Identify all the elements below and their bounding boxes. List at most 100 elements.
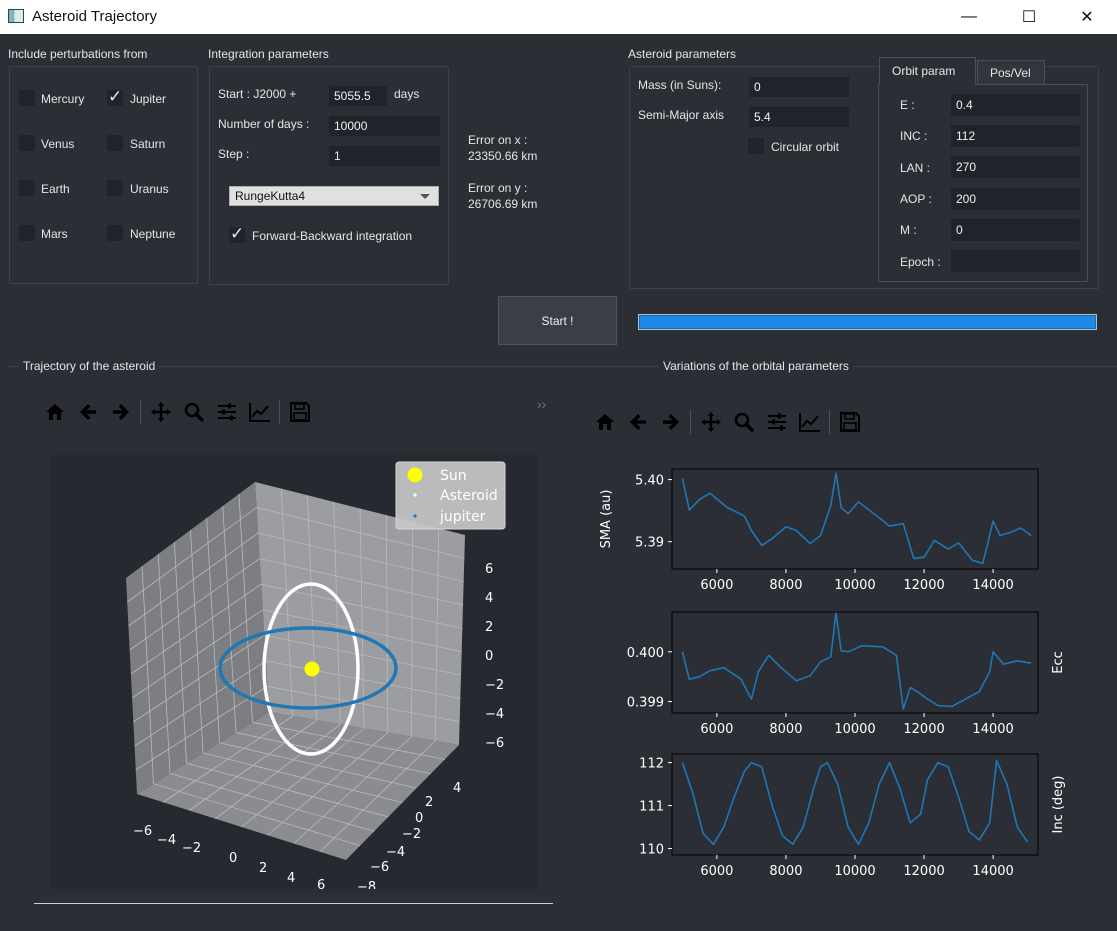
progress-fill (639, 315, 1096, 329)
mass-label: Mass (in Suns): (638, 78, 722, 92)
error-y-label: Error on y : (468, 181, 528, 195)
y-tick-label: 110 (639, 843, 664, 858)
aop-input[interactable] (950, 187, 1081, 211)
zoom-icon[interactable] (727, 408, 760, 436)
tab-orbit-param[interactable]: Orbit param (879, 57, 976, 85)
divider (34, 903, 553, 904)
sun-marker (304, 661, 320, 677)
chevron-down-icon (420, 194, 430, 199)
earth-checkbox[interactable] (19, 180, 35, 196)
z-tick-label: 4 (485, 591, 493, 606)
x-tick-label: 12000 (903, 722, 944, 737)
back-icon[interactable] (71, 398, 104, 426)
variations-toolbar (588, 408, 866, 436)
method-select[interactable]: RungeKutta4 (229, 186, 439, 206)
jupiter-checkbox[interactable] (107, 87, 123, 107)
inc-input[interactable] (950, 124, 1081, 148)
legend-asteroid: Asteroid (440, 488, 498, 504)
minimize-button[interactable]: — (946, 0, 992, 34)
x-tick-label: 14000 (972, 578, 1013, 593)
configure-icon[interactable] (210, 398, 243, 426)
lan-input[interactable] (950, 155, 1081, 179)
x-tick-label: 8000 (769, 578, 802, 593)
x-tick-label: 8000 (769, 722, 802, 737)
y-tick-label: −2 (402, 827, 421, 842)
tab-pos-vel[interactable]: Pos/Vel (977, 60, 1045, 85)
configure-icon[interactable] (760, 408, 793, 436)
legend-sun-marker (407, 467, 423, 483)
y-tick-label: 112 (639, 757, 664, 772)
toolbar-divider (279, 400, 280, 424)
mercury-label: Mercury (41, 92, 85, 106)
epoch-input[interactable] (950, 249, 1081, 273)
forward-icon[interactable] (654, 408, 687, 436)
venus-checkbox[interactable] (19, 135, 35, 151)
pan-icon[interactable] (144, 398, 177, 426)
trajectory-3d-plot[interactable]: 6420−2−4−6−6−4−2024 6 −8−6−4−2024 Sun Aste… (49, 455, 539, 889)
save-icon[interactable] (283, 398, 316, 426)
legend-jupiter-marker (413, 514, 417, 518)
y-tick-label: 5.40 (635, 474, 664, 489)
save-icon[interactable] (833, 408, 866, 436)
uranus-checkbox[interactable] (107, 180, 123, 196)
x-tick-label: 8000 (769, 864, 802, 879)
start-input[interactable] (328, 85, 388, 107)
plot-axes (671, 611, 1039, 714)
trajectory-toolbar (38, 398, 316, 426)
perturbations-title: Include perturbations from (8, 47, 148, 61)
circular-checkbox[interactable] (748, 138, 764, 154)
start-button[interactable]: Start ! (498, 296, 617, 345)
variations-title: Variations of the orbital parameters (659, 359, 853, 373)
y-tick-label: −6 (370, 860, 389, 875)
zoom-icon[interactable] (177, 398, 210, 426)
earth-label: Earth (41, 182, 70, 196)
y-tick-label: −8 (357, 880, 376, 889)
x-tick-label: 6 (317, 878, 325, 889)
neptune-checkbox[interactable] (107, 225, 123, 241)
x-tick-label: −6 (133, 824, 152, 839)
start-unit: days (394, 87, 420, 101)
x-tick-label: 6000 (700, 722, 733, 737)
legend-sun: Sun (440, 468, 467, 484)
legend-jupiter: jupiter (439, 509, 486, 525)
x-tick-label: 10000 (834, 864, 875, 879)
mars-checkbox[interactable] (19, 225, 35, 241)
ndays-input[interactable] (328, 115, 441, 137)
toolbar-overflow-icon[interactable]: ›› (537, 396, 546, 412)
y-tick-label: 111 (639, 800, 664, 815)
x-tick-label: 6000 (700, 864, 733, 879)
y-tick-label: 2 (425, 795, 433, 810)
close-button[interactable]: ✕ (1064, 0, 1110, 34)
method-value: RungeKutta4 (235, 189, 306, 203)
sma-label: Semi-Major axis (638, 108, 725, 122)
sma-input[interactable] (748, 106, 850, 128)
trajectory-title: Trajectory of the asteroid (19, 359, 160, 373)
x-tick-label: −2 (182, 841, 201, 856)
home-icon[interactable] (588, 408, 621, 436)
maximize-button[interactable]: ☐ (1006, 0, 1052, 34)
mercury-checkbox[interactable] (19, 90, 35, 106)
mass-input[interactable] (748, 76, 850, 98)
edit-axes-icon[interactable] (793, 408, 826, 436)
variations-plot[interactable]: 6000 8000 10000 12000 140005.405.39SMA (au)6… (588, 455, 1093, 885)
m-input[interactable] (950, 218, 1081, 242)
x-tick-label: 6000 (700, 578, 733, 593)
e-input[interactable] (950, 93, 1081, 117)
fb-checkbox[interactable] (229, 224, 245, 244)
error-x-label: Error on x : (468, 133, 528, 147)
saturn-checkbox[interactable] (107, 135, 123, 151)
legend-asteroid-marker (413, 493, 417, 497)
y-tick-label: 0 (415, 811, 423, 826)
forward-icon[interactable] (104, 398, 137, 426)
x-tick-label: −4 (157, 833, 176, 848)
m-label: M : (900, 223, 917, 237)
variation-panel-3: 6000 8000 10000 12000 14000 112 111 110 Inc (deg… (639, 753, 1066, 879)
uranus-label: Uranus (130, 182, 169, 196)
x-tick-label: 10000 (834, 722, 875, 737)
step-input[interactable] (328, 145, 441, 167)
home-icon[interactable] (38, 398, 71, 426)
back-icon[interactable] (621, 408, 654, 436)
edit-axes-icon[interactable] (243, 398, 276, 426)
variation-panel-1: 6000 8000 10000 12000 14000 5.40 5.39 SMA (au) (599, 468, 1039, 593)
pan-icon[interactable] (694, 408, 727, 436)
